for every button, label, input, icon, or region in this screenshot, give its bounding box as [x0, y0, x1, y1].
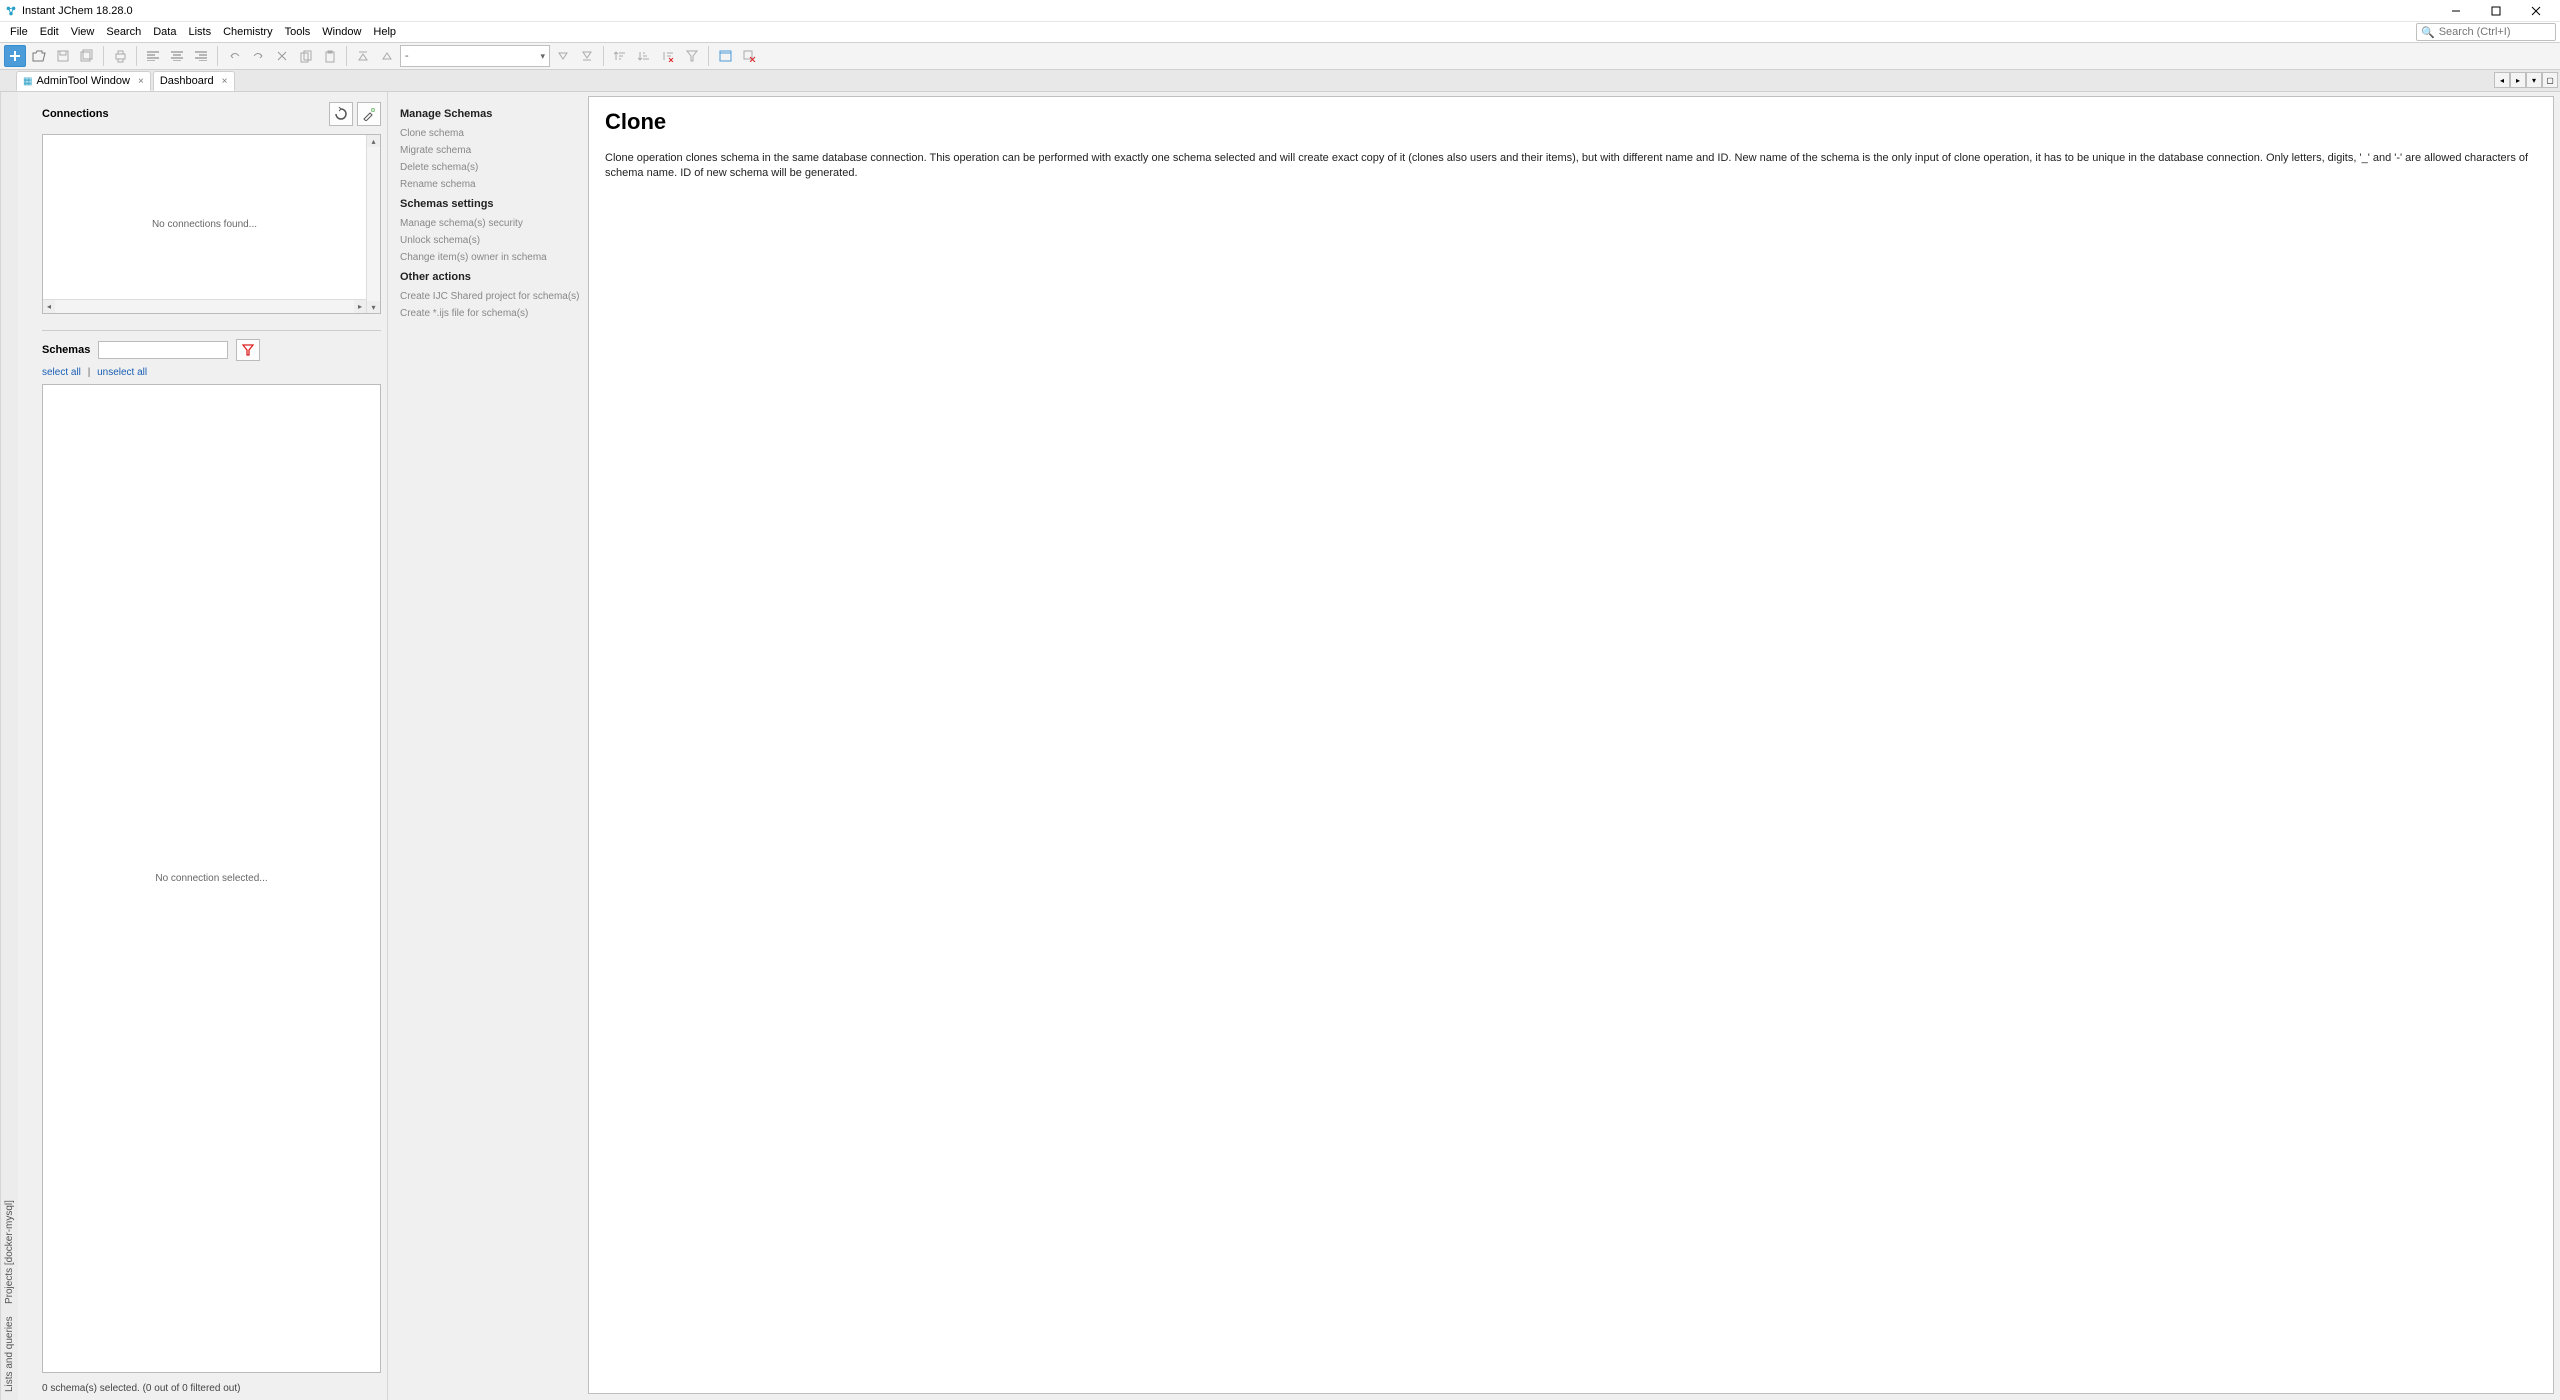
group-manage-schemas: Manage Schemas — [400, 108, 580, 120]
window-button[interactable] — [714, 45, 736, 67]
align-right-button[interactable] — [190, 45, 212, 67]
content-heading: Clone — [605, 109, 2537, 135]
divider — [42, 330, 381, 331]
action-migrate-schema[interactable]: Migrate schema — [400, 145, 580, 156]
tab-scroll-left[interactable]: ◂ — [2494, 72, 2510, 88]
sidebar-rail-projects[interactable]: Lists and queriesProjects [docker-mysql] — [0, 92, 18, 1400]
tab-dashboard[interactable]: Dashboard × — [153, 71, 235, 91]
content-body: Clone operation clones schema in the sam… — [605, 151, 2537, 182]
action-change-owner[interactable]: Change item(s) owner in schema — [400, 252, 580, 263]
tab-label: Dashboard — [160, 75, 214, 87]
close-button[interactable] — [2516, 1, 2556, 21]
select-all-link[interactable]: select all — [42, 367, 81, 378]
scroll-up-icon[interactable]: ▴ — [367, 135, 380, 147]
tab-maximize[interactable]: ▢ — [2542, 72, 2558, 88]
app-icon — [4, 4, 18, 18]
connections-title: Connections — [42, 108, 325, 120]
chevron-down-icon: ▾ — [540, 51, 545, 62]
sort-desc-button[interactable] — [633, 45, 655, 67]
record-selector-value: - — [405, 50, 409, 62]
minimize-button[interactable] — [2436, 1, 2476, 21]
menu-lists[interactable]: Lists — [182, 24, 217, 40]
action-create-ijc-shared[interactable]: Create IJC Shared project for schema(s) — [400, 291, 580, 302]
align-center-button[interactable] — [166, 45, 188, 67]
global-search-box[interactable]: 🔍 — [2416, 23, 2556, 41]
paste-button[interactable] — [319, 45, 341, 67]
admin-panel: Connections No connections found... ▴ ▾ — [18, 92, 388, 1400]
goto-prev-button[interactable] — [376, 45, 398, 67]
action-list: Manage Schemas Clone schema Migrate sche… — [388, 92, 588, 1400]
action-unlock-schemas[interactable]: Unlock schema(s) — [400, 235, 580, 246]
toolbar: - ▾ — [0, 42, 2560, 70]
search-icon: 🔍 — [2421, 26, 2435, 39]
copy-button[interactable] — [295, 45, 317, 67]
connections-empty-text: No connections found... — [152, 219, 257, 230]
delete-button[interactable] — [271, 45, 293, 67]
undo-button[interactable] — [223, 45, 245, 67]
group-other-actions: Other actions — [400, 271, 580, 283]
goto-first-button[interactable] — [352, 45, 374, 67]
maximize-button[interactable] — [2476, 1, 2516, 21]
menu-file[interactable]: File — [4, 24, 34, 40]
tab-dropdown[interactable]: ▾ — [2526, 72, 2542, 88]
group-schemas-settings: Schemas settings — [400, 198, 580, 210]
scrollbar-horizontal[interactable]: ◂ ▸ — [43, 299, 366, 313]
content-pane: Clone Clone operation clones schema in t… — [588, 92, 2560, 1400]
open-button[interactable] — [28, 45, 50, 67]
schemas-list[interactable]: No connection selected... — [42, 384, 381, 1373]
scroll-left-icon[interactable]: ◂ — [43, 300, 55, 313]
save-button[interactable] — [52, 45, 74, 67]
print-button[interactable] — [109, 45, 131, 67]
redo-button[interactable] — [247, 45, 269, 67]
menu-tools[interactable]: Tools — [279, 24, 317, 40]
menu-bar: File Edit View Search Data Lists Chemist… — [0, 22, 2560, 42]
menu-chemistry[interactable]: Chemistry — [217, 24, 279, 40]
global-search-input[interactable] — [2439, 26, 2551, 38]
schema-status: 0 schema(s) selected. (0 out of 0 filter… — [42, 1383, 381, 1394]
record-selector[interactable]: - ▾ — [400, 45, 550, 67]
scrollbar-vertical[interactable]: ▴ ▾ — [366, 135, 380, 313]
window-remove-button[interactable] — [738, 45, 760, 67]
filter-button[interactable] — [681, 45, 703, 67]
schemas-title: Schemas — [42, 344, 90, 356]
goto-next-button[interactable] — [552, 45, 574, 67]
menu-data[interactable]: Data — [147, 24, 182, 40]
tab-label: AdminTool Window — [36, 75, 130, 87]
sort-asc-button[interactable] — [609, 45, 631, 67]
action-manage-security[interactable]: Manage schema(s) security — [400, 218, 580, 229]
schema-filter-input[interactable] — [98, 341, 228, 359]
action-rename-schema[interactable]: Rename schema — [400, 179, 580, 190]
unselect-all-link[interactable]: unselect all — [97, 367, 147, 378]
goto-last-button[interactable] — [576, 45, 598, 67]
close-icon[interactable]: × — [138, 76, 144, 87]
schemas-empty-text: No connection selected... — [155, 873, 267, 884]
schema-filter-button[interactable] — [236, 339, 260, 361]
refresh-connections-button[interactable] — [329, 102, 353, 126]
scroll-down-icon[interactable]: ▾ — [367, 301, 380, 313]
main-area: Lists and queriesProjects [docker-mysql]… — [0, 92, 2560, 1400]
menu-help[interactable]: Help — [367, 24, 402, 40]
close-icon[interactable]: × — [222, 76, 228, 87]
action-clone-schema[interactable]: Clone schema — [400, 128, 580, 139]
schema-select-links: select all | unselect all — [42, 367, 381, 378]
action-create-ijs-file[interactable]: Create *.ijs file for schema(s) — [400, 308, 580, 319]
connections-list[interactable]: No connections found... ▴ ▾ ◂ ▸ — [42, 134, 381, 314]
scroll-right-icon[interactable]: ▸ — [354, 300, 366, 313]
menu-view[interactable]: View — [65, 24, 101, 40]
admintool-tab-icon: ▦ — [23, 76, 32, 87]
align-left-button[interactable] — [142, 45, 164, 67]
save-all-button[interactable] — [76, 45, 98, 67]
title-bar: Instant JChem 18.28.0 — [0, 0, 2560, 22]
action-delete-schemas[interactable]: Delete schema(s) — [400, 162, 580, 173]
new-button[interactable] — [4, 45, 26, 67]
add-connection-button[interactable] — [357, 102, 381, 126]
window-title: Instant JChem 18.28.0 — [22, 5, 2436, 17]
menu-search[interactable]: Search — [100, 24, 147, 40]
tab-strip: ▦ AdminTool Window × Dashboard × ◂ ▸ ▾ ▢ — [0, 70, 2560, 92]
tab-admintool[interactable]: ▦ AdminTool Window × — [16, 71, 151, 91]
menu-edit[interactable]: Edit — [34, 24, 65, 40]
tab-scroll-right[interactable]: ▸ — [2510, 72, 2526, 88]
menu-window[interactable]: Window — [316, 24, 367, 40]
remove-sort-button[interactable] — [657, 45, 679, 67]
